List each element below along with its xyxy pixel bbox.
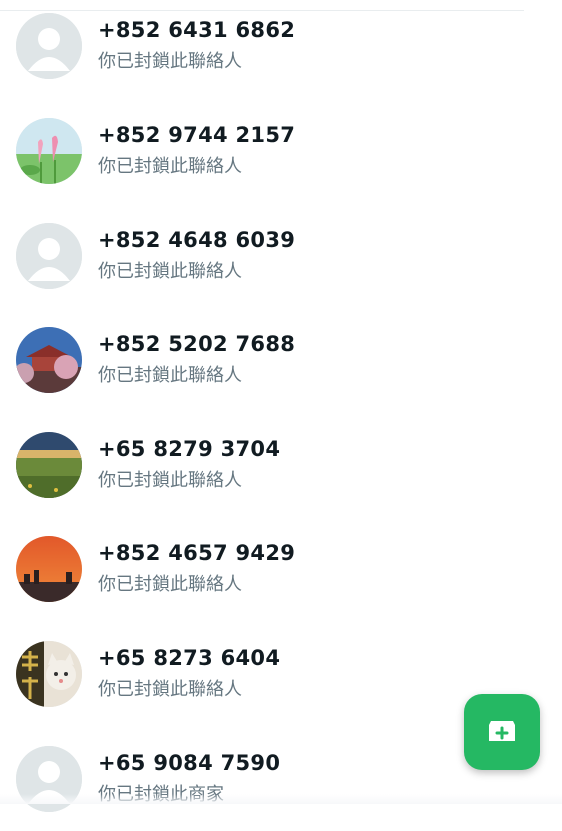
contact-phone: +852 4657 9429	[98, 541, 296, 565]
contact-info: +65 8273 6404 你已封鎖此聯絡人	[98, 646, 280, 701]
contact-row[interactable]: +852 5202 7688 你已封鎖此聯絡人	[0, 307, 562, 412]
default-avatar-icon	[16, 222, 82, 289]
meadow-sky-photo	[16, 431, 82, 498]
contact-row[interactable]: +852 9744 2157 你已封鎖此聯絡人	[0, 98, 562, 203]
lotus-photo	[16, 117, 82, 184]
contact-info: +852 6431 6862 你已封鎖此聯絡人	[98, 18, 295, 73]
sunset-skyline-photo	[16, 535, 82, 602]
blocked-contacts-list: +852 6431 6862 你已封鎖此聯絡人 +852 9744 2157 你…	[0, 0, 562, 812]
bottom-edge	[0, 794, 562, 804]
cat-fortune-photo	[16, 640, 82, 707]
contact-row[interactable]: +65 8279 3704 你已封鎖此聯絡人	[0, 412, 562, 517]
contact-row[interactable]: +852 4657 9429 你已封鎖此聯絡人	[0, 516, 562, 621]
contact-info: +852 5202 7688 你已封鎖此聯絡人	[98, 332, 295, 387]
add-message-icon	[489, 721, 515, 741]
contact-info: +852 4648 6039 你已封鎖此聯絡人	[98, 228, 295, 283]
default-avatar-icon	[16, 12, 82, 79]
contact-info: +852 4657 9429 你已封鎖此聯絡人	[98, 541, 295, 596]
add-blocked-contact-button[interactable]	[464, 694, 540, 770]
temple-blossom-photo	[16, 326, 82, 393]
contact-status: 你已封鎖此聯絡人	[98, 470, 242, 491]
contact-status: 你已封鎖此聯絡人	[98, 261, 242, 282]
contact-row[interactable]: +852 4648 6039 你已封鎖此聯絡人	[0, 203, 562, 308]
contact-status: 你已封鎖此聯絡人	[98, 156, 242, 177]
contact-info: +852 9744 2157 你已封鎖此聯絡人	[98, 123, 295, 178]
contact-phone: +852 5202 7688	[98, 332, 296, 356]
contact-row[interactable]: +852 6431 6862 你已封鎖此聯絡人	[0, 0, 562, 98]
contact-phone: +852 6431 6862	[98, 18, 296, 42]
contact-phone: +65 8279 3704	[98, 437, 281, 461]
contact-info: +65 8279 3704 你已封鎖此聯絡人	[98, 437, 280, 492]
contact-status: 你已封鎖此聯絡人	[98, 365, 242, 386]
contact-status: 你已封鎖此聯絡人	[98, 574, 242, 595]
contact-phone: +65 8273 6404	[98, 646, 281, 670]
contact-status: 你已封鎖此聯絡人	[98, 679, 242, 700]
contact-status: 你已封鎖此聯絡人	[98, 51, 242, 72]
contact-phone: +852 4648 6039	[98, 228, 296, 252]
contact-phone: +65 9084 7590	[98, 751, 281, 775]
contact-phone: +852 9744 2157	[98, 123, 296, 147]
